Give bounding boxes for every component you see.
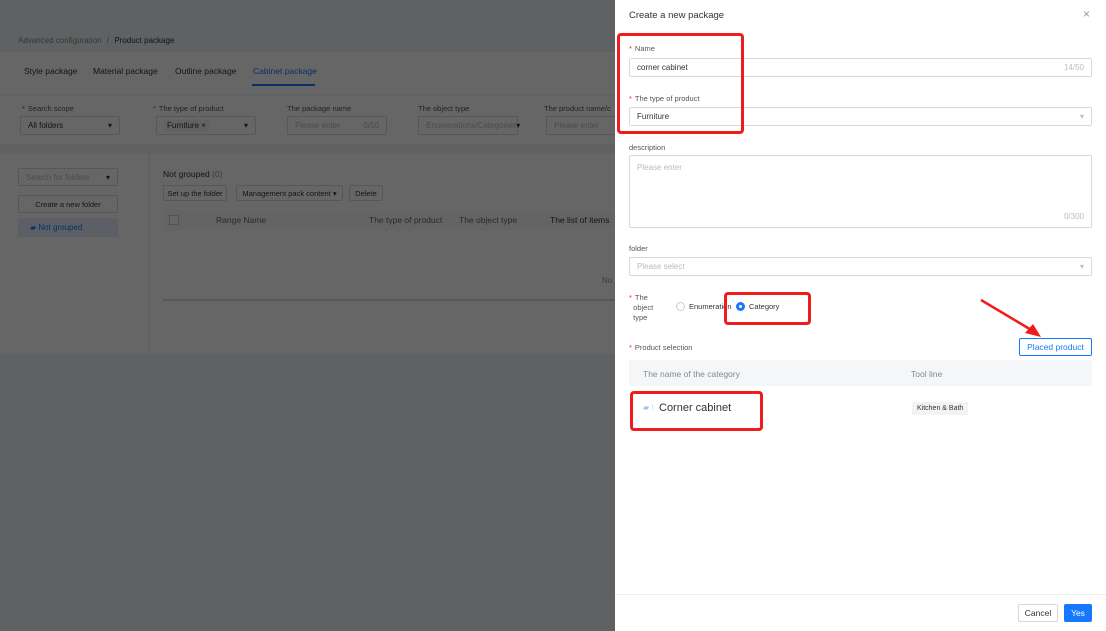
tool-line-tag: Kitchen & Bath — [912, 402, 969, 415]
object-type-label: * The object type — [629, 293, 654, 322]
category-table-header: The name of the category Tool line — [629, 360, 1092, 386]
main-panel: Not grouped (0) Set up the folder Manage… — [150, 154, 615, 354]
breadcrumb-current: Product package — [114, 36, 175, 45]
delete-button[interactable]: Delete — [349, 185, 383, 201]
cancel-button[interactable]: Cancel — [1018, 604, 1058, 622]
empty-text: No — [602, 276, 613, 285]
breadcrumb-parent[interactable]: Advanced configuration — [18, 36, 102, 45]
management-pack-button[interactable]: Management pack content ▾ — [236, 185, 343, 201]
group-title: Not grouped — [163, 169, 210, 179]
yes-button[interactable]: Yes — [1064, 604, 1092, 622]
tab-style-package[interactable]: Style package — [24, 66, 77, 76]
drawer-title: Create a new package — [629, 10, 725, 21]
select-all-checkbox[interactable] — [169, 215, 179, 225]
annotation-box-corner-cabinet — [630, 391, 763, 431]
tab-material-package[interactable]: Material package — [93, 66, 158, 76]
breadcrumb-separator: / — [106, 36, 110, 45]
description-textarea[interactable]: Please enter 0/300 — [629, 155, 1092, 228]
chevron-down-icon: ▾ — [1079, 262, 1084, 271]
tab-outline-package[interactable]: Outline package — [175, 66, 236, 76]
chevron-down-icon: ▾ — [107, 121, 112, 130]
package-name-input[interactable]: Please enter 0/50 — [287, 116, 387, 135]
product-type-label: The type of product — [158, 104, 224, 113]
search-scope-select[interactable]: All folders ▾ — [20, 116, 120, 135]
annotation-arrow-icon — [980, 298, 1041, 337]
active-tab-indicator — [252, 84, 315, 86]
product-name-input[interactable]: Please enter — [546, 116, 615, 135]
table-header: Range Name The type of product The objec… — [163, 210, 615, 230]
annotation-box-category — [724, 292, 811, 325]
folder-select[interactable]: Please select ▾ — [629, 257, 1092, 276]
annotation-box-name-type — [617, 33, 744, 134]
object-type-label: The object type — [418, 104, 470, 113]
background-page: Advanced configuration / Product package… — [0, 0, 615, 631]
description-label: description — [629, 143, 666, 152]
product-selection-label: Product selection — [634, 343, 693, 352]
object-type-select[interactable]: Enumerations/Categories ▾ — [418, 116, 520, 135]
folder-item-not-grouped[interactable]: ▰ Not grouped — [18, 218, 118, 237]
package-name-label: The package name — [287, 104, 352, 113]
tab-cabinet-package[interactable]: Cabinet package — [253, 66, 317, 76]
folder-label: folder — [629, 244, 648, 253]
search-scope-label: Search scope — [27, 104, 74, 113]
chevron-down-icon: ▾ — [243, 121, 248, 130]
close-icon[interactable]: × — [1083, 7, 1090, 21]
folder-sidebar: Search for folders ▾ Create a new folder … — [0, 154, 148, 354]
setup-folder-button[interactable]: Set up the folder — [163, 185, 227, 201]
product-type-select[interactable]: Furniture × ▾ — [156, 116, 256, 135]
tabs-bar: Style package Material package Outline p… — [0, 52, 615, 94]
product-name-label: The product name/c — [544, 104, 611, 113]
breadcrumb: Advanced configuration / Product package — [18, 36, 174, 45]
chevron-down-icon: ▾ — [1079, 112, 1084, 121]
folder-search-input[interactable]: Search for folders ▾ — [18, 168, 118, 186]
footer-divider — [615, 594, 1106, 595]
filter-bar: * Search scope All folders ▾ * The type of … — [0, 96, 615, 144]
table-scrollbar[interactable] — [163, 299, 615, 301]
create-folder-button[interactable]: Create a new folder — [18, 195, 118, 213]
